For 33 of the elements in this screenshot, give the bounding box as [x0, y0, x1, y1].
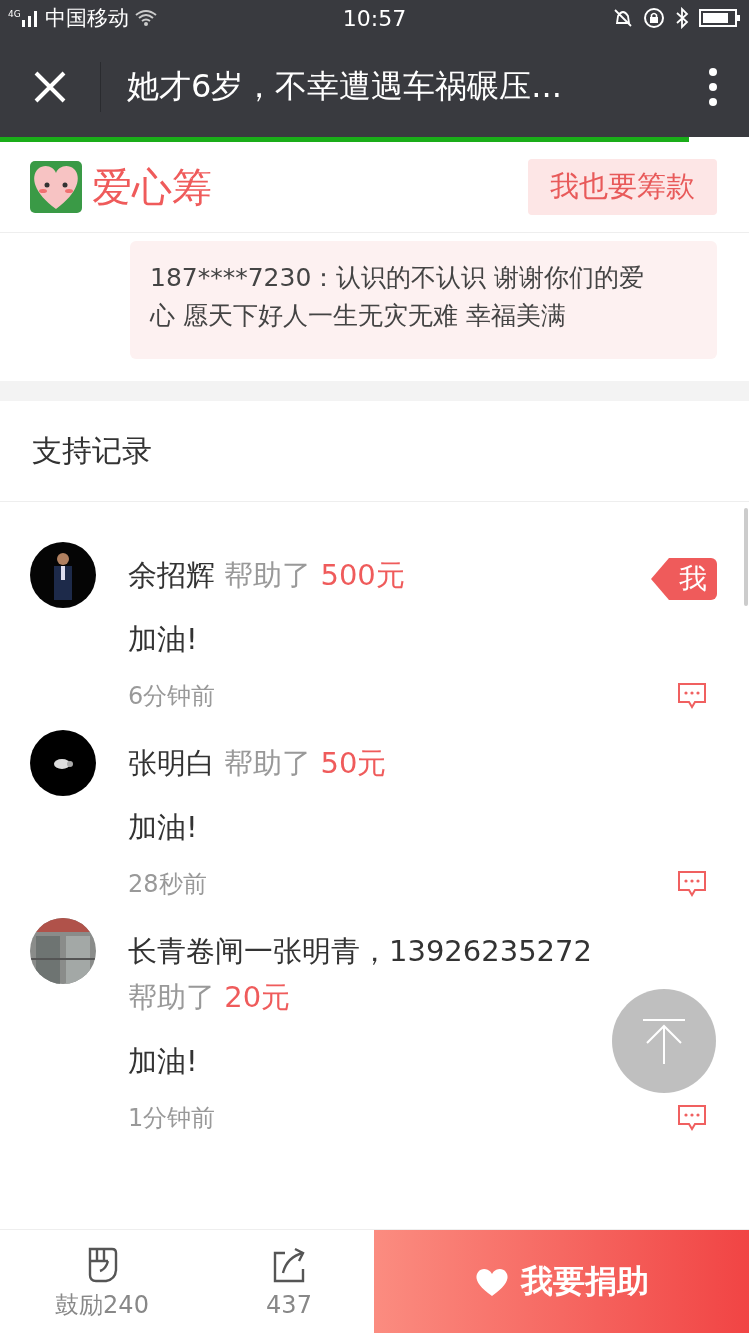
- donor-message: 加油!: [128, 809, 199, 846]
- signal-icon: [20, 8, 39, 28]
- donate-button[interactable]: 我要捐助: [374, 1230, 749, 1333]
- time-ago: 1分钟前: [128, 1103, 216, 1134]
- share-button[interactable]: 437: [204, 1230, 374, 1333]
- comment-icon[interactable]: [677, 1103, 707, 1133]
- heart-icon: [474, 1266, 509, 1297]
- time-ago: 6分钟前: [128, 681, 216, 712]
- close-icon: [33, 69, 67, 104]
- carrier-name: 中国移动: [44, 5, 129, 32]
- donor-line: 张明白 帮助了 50元: [128, 745, 388, 782]
- rotation-lock-icon: [643, 7, 665, 29]
- comment-text: 187****7230：认识的不认识 谢谢你们的爱心 愿天下好人一生无灾无难 幸福美满: [150, 262, 646, 332]
- comment-icon[interactable]: [677, 869, 707, 899]
- clock-time: 10:57: [342, 5, 407, 31]
- donor-message: 加油!: [128, 1043, 199, 1080]
- donor-line: 长青卷闸一张明青，13926235272 帮助了 20元: [128, 933, 593, 1016]
- section-title: 支持记录: [32, 431, 152, 470]
- page-title: 她才6岁，不幸遭遇车祸碾压...: [127, 65, 563, 107]
- donor-line: 余招辉 帮助了 500元: [128, 557, 406, 594]
- me-tag: 我: [651, 558, 717, 600]
- more-icon: [708, 66, 718, 107]
- mute-bell-icon: [613, 8, 633, 28]
- network-type: 4G: [8, 9, 21, 19]
- heart-logo-icon: [30, 161, 82, 213]
- start-fundraising-button[interactable]: 我也要筹款: [528, 159, 717, 215]
- encourage-button[interactable]: 鼓励240: [0, 1230, 204, 1333]
- donor-message: 加油!: [128, 621, 199, 658]
- brand-name: 爱心筹: [92, 162, 212, 212]
- time-ago: 28秒前: [128, 869, 207, 900]
- battery-icon: [699, 8, 741, 28]
- bluetooth-icon: [675, 7, 689, 29]
- comment-icon[interactable]: [677, 681, 707, 711]
